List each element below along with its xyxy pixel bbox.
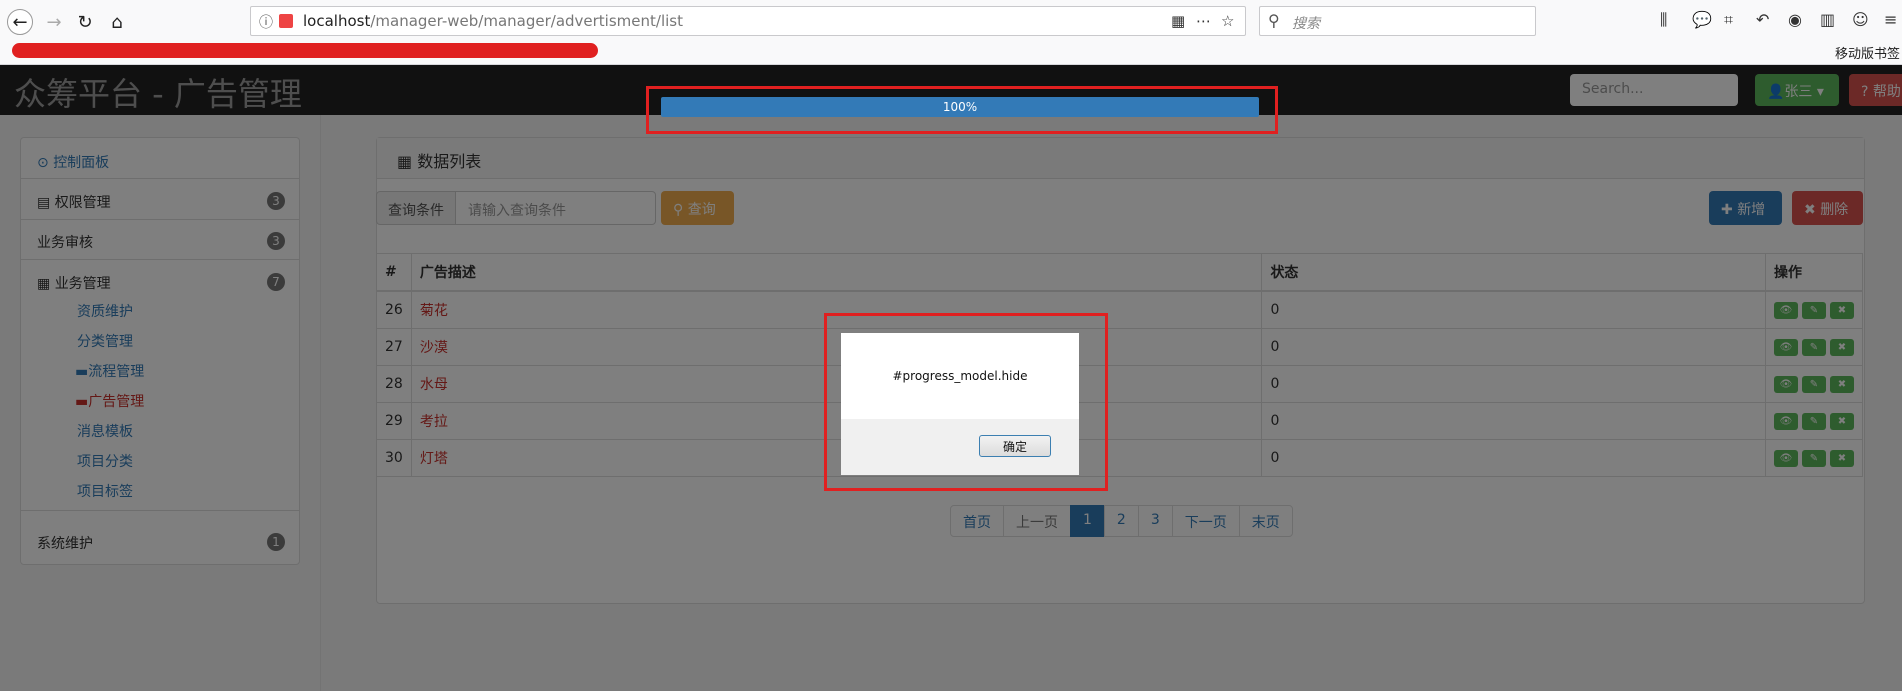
- reload-icon[interactable]: ↻: [72, 9, 98, 35]
- forward-icon[interactable]: →: [41, 9, 67, 35]
- crop-icon[interactable]: ⌗: [1724, 10, 1733, 30]
- account-icon[interactable]: ☺: [1852, 10, 1869, 29]
- sidebar-icon[interactable]: ▥: [1820, 10, 1835, 29]
- mobile-bookmarks[interactable]: 移动版书签: [1835, 43, 1900, 62]
- ok-button[interactable]: 确定: [979, 435, 1051, 457]
- more-icon[interactable]: ⋯: [1196, 12, 1211, 30]
- library-icon[interactable]: ⫼: [1660, 10, 1667, 30]
- search-placeholder: 搜索: [1292, 16, 1320, 32]
- url-text[interactable]: localhost/manager-web/manager/advertisme…: [303, 12, 683, 30]
- address-bar[interactable]: ⓘ localhost/manager-web/manager/advertis…: [250, 6, 1246, 36]
- alert-dialog: #progress_model.hide 确定: [841, 333, 1079, 475]
- bookmarks-bar-redacted: [12, 43, 598, 58]
- chat-icon[interactable]: 💬: [1692, 10, 1712, 29]
- qr-code-icon[interactable]: ▦: [1171, 12, 1185, 30]
- bookmark-star-icon[interactable]: ☆: [1221, 12, 1234, 30]
- progress-bar-fill: 100%: [661, 97, 1259, 117]
- browser-toolbar: ← → ↻ ⌂ ⓘ localhost/manager-web/manager/…: [0, 0, 1902, 65]
- home-icon[interactable]: ⌂: [104, 9, 130, 35]
- info-icon[interactable]: ⓘ: [259, 12, 273, 32]
- progress-bar: 100%: [661, 97, 1259, 117]
- undo-icon[interactable]: ↶: [1756, 10, 1769, 29]
- alert-message: #progress_model.hide: [892, 369, 1028, 383]
- browser-search-input[interactable]: ⚲ 搜索: [1259, 6, 1536, 36]
- alert-footer: 确定: [841, 419, 1079, 475]
- site-icon: [279, 14, 293, 28]
- extension-icon[interactable]: ◉: [1788, 10, 1802, 29]
- search-icon: ⚲: [1268, 11, 1280, 30]
- url-path: /manager-web/manager/advertisment/list: [370, 12, 683, 30]
- url-host: localhost: [303, 12, 371, 30]
- back-icon[interactable]: ←: [7, 9, 33, 35]
- menu-icon[interactable]: ≡: [1884, 10, 1897, 29]
